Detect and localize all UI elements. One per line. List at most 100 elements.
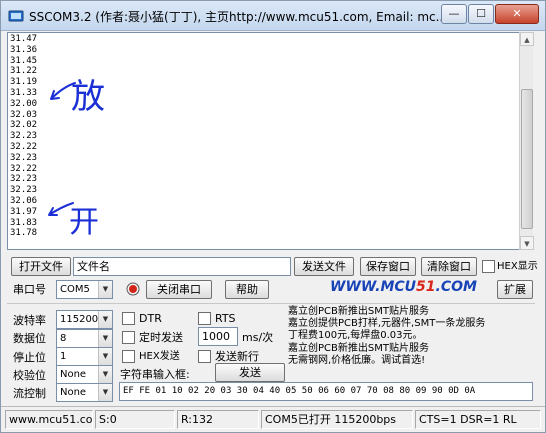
send-file-button[interactable]: 发送文件	[294, 257, 354, 276]
status-bar: www.mcu51.cor S:0 R:132 COM5已打开 115200bp…	[1, 406, 545, 432]
status-port-state: COM5已打开 115200bps	[261, 410, 413, 429]
open-file-button[interactable]: 打开文件	[11, 257, 71, 276]
logo-prefix: WWW.	[330, 279, 381, 295]
scroll-down-icon[interactable]: ▼	[520, 236, 534, 250]
logo-suffix: .COM	[435, 279, 477, 295]
hex-send-label: HEX发送	[139, 351, 180, 362]
close-port-button[interactable]: 关闭串口	[146, 280, 212, 299]
chevron-down-icon[interactable]: ▼	[98, 281, 112, 298]
data-bits-select[interactable]: 8 ▼	[56, 329, 113, 348]
hex-display-checkbox[interactable]	[482, 260, 495, 273]
scroll-up-icon[interactable]: ▲	[520, 32, 534, 46]
receive-line: 31.97	[10, 206, 38, 217]
maximize-button[interactable]: ☐	[468, 4, 494, 24]
receive-scrollbar[interactable]: ▲ ▼	[519, 32, 534, 250]
receive-line: 31.83	[10, 217, 38, 228]
port-label: 串口号	[13, 283, 46, 296]
save-window-button[interactable]: 保存窗口	[360, 257, 416, 276]
expand-button[interactable]: 扩展	[497, 280, 533, 299]
timed-send-label: 定时发送	[139, 331, 183, 344]
sscom-window: SSCOM3.2 (作者:聂小猛(丁丁), 主页http://www.mcu51…	[0, 0, 546, 433]
receive-line: 31.33	[10, 87, 38, 98]
receive-line: 32.22	[10, 141, 38, 152]
baud-select-value: 115200	[60, 314, 99, 325]
chevron-down-icon[interactable]: ▼	[98, 366, 112, 383]
dtr-label: DTR	[139, 312, 162, 325]
chevron-down-icon[interactable]: ▼	[98, 384, 112, 401]
baud-select[interactable]: 115200 ▼	[56, 310, 113, 329]
receive-line: 32.23	[10, 185, 38, 196]
flow-control-label: 流控制	[13, 387, 46, 400]
receive-line: 32.06	[10, 195, 38, 206]
logo-number: 51	[416, 279, 436, 295]
receive-textarea[interactable]: 31.47 31.36 31.45 31.22 31.19 31.33 32.00 32.03…	[7, 32, 533, 250]
hex-send-checkbox[interactable]	[122, 350, 135, 363]
minimize-button[interactable]: —	[441, 4, 467, 24]
chevron-down-icon[interactable]: ▼	[98, 348, 112, 365]
dtr-checkbox[interactable]	[122, 312, 135, 325]
send-newline-checkbox[interactable]	[198, 350, 211, 363]
receive-line: 32.23	[10, 152, 38, 163]
data-bits-select-value: 8	[60, 333, 67, 344]
data-bits-label: 数据位	[13, 332, 46, 345]
mcu51-logo: WWW.MCU51.COM	[330, 279, 477, 295]
receive-line: 31.78	[10, 228, 38, 239]
send-input[interactable]: EF FE 01 10 02 20 03 30 04 40 05 50 06 6…	[119, 382, 533, 401]
parity-select[interactable]: None ▼	[56, 365, 113, 384]
receive-line: 32.22	[10, 163, 38, 174]
baud-label: 波特率	[13, 314, 46, 327]
stop-bits-select-value: 1	[60, 351, 67, 362]
receive-line: 32.02	[10, 120, 38, 131]
status-line-state: CTS=1 DSR=1 RL	[415, 410, 541, 429]
receive-line: 31.47	[10, 34, 38, 44]
flow-control-select[interactable]: None ▼	[56, 383, 113, 402]
status-received: R:132	[177, 410, 259, 429]
rts-label: RTS	[215, 312, 236, 325]
stop-bits-select[interactable]: 1 ▼	[56, 347, 113, 366]
help-button[interactable]: 帮助	[225, 280, 269, 299]
port-select[interactable]: COM5 ▼	[56, 280, 113, 299]
ad-line: 嘉立创PCB新推出SMT贴片服务	[288, 342, 429, 354]
timed-send-checkbox[interactable]	[122, 331, 135, 344]
receive-line: 32.03	[10, 109, 38, 120]
ad-line: 丁程费100元,每焊盘0.03元。	[288, 330, 423, 342]
chevron-down-icon[interactable]: ▼	[98, 311, 112, 328]
interval-input[interactable]: 1000	[198, 327, 238, 346]
receive-line: 31.22	[10, 66, 38, 77]
ad-line: 嘉立创PCB新推出SMT贴片服务	[288, 306, 429, 317]
interval-unit: ms/次	[242, 331, 274, 344]
receive-lines: 31.47 31.36 31.45 31.22 31.19 31.33 32.00 32.03…	[10, 34, 37, 239]
receive-line: 32.23	[10, 174, 38, 185]
ad-panel[interactable]: 嘉立创PCB新推出SMT贴片服务 嘉立创提供PCB打样,元器件,SMT一条龙服务丁…	[288, 306, 531, 378]
rts-checkbox[interactable]	[198, 312, 211, 325]
clear-window-button[interactable]: 清除窗口	[421, 257, 477, 276]
receive-line: 32.00	[10, 98, 38, 109]
stop-bits-label: 停止位	[13, 351, 46, 364]
receive-line: 32.23	[10, 131, 38, 142]
status-site[interactable]: www.mcu51.cor	[5, 410, 93, 429]
parity-label: 校验位	[13, 369, 46, 382]
chevron-down-icon[interactable]: ▼	[98, 330, 112, 347]
parity-select-value: None	[60, 369, 87, 380]
divider	[7, 303, 535, 304]
receive-line: 31.45	[10, 55, 38, 66]
send-button[interactable]: 发送	[215, 363, 285, 382]
hex-display-label: HEX显示	[497, 261, 538, 272]
window-title: SSCOM3.2 (作者:聂小猛(丁丁), 主页http://www.mcu51…	[29, 10, 448, 24]
app-icon	[8, 10, 24, 22]
send-newline-label: 发送新行	[215, 350, 259, 363]
ad-line: 无需钢网,价格低廉。调试首选!	[288, 354, 426, 366]
ad-line: 嘉立创提供PCB打样,元器件,SMT一条龙服务	[288, 318, 486, 330]
close-button[interactable]: ✕	[495, 4, 539, 24]
title-bar[interactable]: SSCOM3.2 (作者:聂小猛(丁丁), 主页http://www.mcu51…	[1, 1, 545, 31]
logo-brand: MCU	[380, 279, 417, 295]
file-name-input[interactable]: 文件名	[73, 257, 291, 276]
input-label: 字符串输入框:	[120, 368, 190, 381]
port-select-value: COM5	[60, 284, 90, 295]
receive-line: 31.19	[10, 77, 38, 88]
status-sent: S:0	[95, 410, 175, 429]
scroll-thumb[interactable]	[521, 89, 533, 229]
port-status-icon	[126, 282, 140, 296]
receive-line: 31.36	[10, 44, 38, 55]
flow-control-select-value: None	[60, 387, 87, 398]
